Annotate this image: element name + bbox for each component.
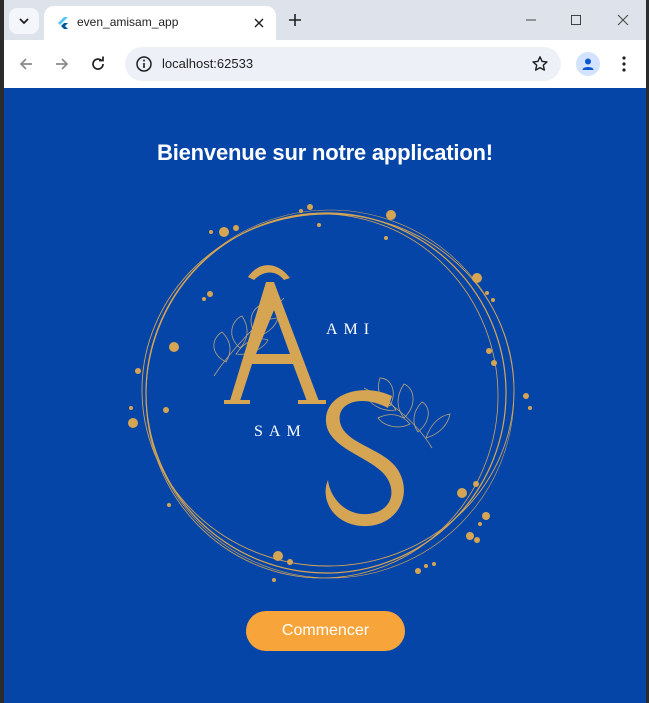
back-icon (19, 58, 32, 70)
maximize-button[interactable] (564, 9, 588, 31)
profile-button[interactable] (576, 52, 600, 76)
close-window-button[interactable] (611, 9, 635, 31)
chevron-down-icon (19, 18, 29, 25)
browser-window: even_amisam_app localhost:62533 Bienvenu… (4, 0, 646, 703)
profile-icon (582, 58, 594, 70)
close-tab-button[interactable] (250, 14, 268, 32)
minimize-icon (526, 19, 536, 21)
address-bar[interactable]: localhost:62533 (125, 47, 561, 81)
info-icon[interactable] (135, 55, 153, 73)
plus-icon (289, 14, 301, 26)
welcome-title: Bienvenue sur notre application! (157, 140, 493, 165)
logo-text-sam: SAM (254, 423, 307, 440)
logo-text-ami: AMI (326, 321, 375, 338)
reload-button[interactable] (86, 52, 110, 76)
tab-strip: even_amisam_app (4, 0, 646, 40)
browser-toolbar: localhost:62533 (4, 40, 646, 88)
kebab-menu-icon (622, 56, 626, 72)
flutter-icon (58, 17, 68, 29)
tab-title: even_amisam_app (77, 15, 179, 29)
back-button[interactable] (14, 52, 38, 76)
star-icon[interactable] (531, 55, 549, 73)
close-icon (254, 18, 264, 28)
close-icon (617, 14, 629, 26)
url-text[interactable]: localhost:62533 (162, 56, 253, 71)
reload-icon (92, 56, 104, 70)
forward-button[interactable] (50, 52, 74, 76)
minimize-button[interactable] (519, 9, 543, 31)
forward-icon (56, 58, 69, 70)
browser-menu-button[interactable] (612, 52, 636, 76)
amisam-logo: AMI SAM (128, 204, 532, 582)
app-page: Bienvenue sur notre application! AMI SAM… (4, 88, 646, 703)
tab-search-button[interactable] (9, 8, 39, 34)
browser-tab[interactable]: even_amisam_app (44, 6, 276, 40)
new-tab-button[interactable] (284, 9, 306, 31)
maximize-icon (571, 15, 581, 25)
start-button[interactable]: Commencer (246, 611, 405, 651)
